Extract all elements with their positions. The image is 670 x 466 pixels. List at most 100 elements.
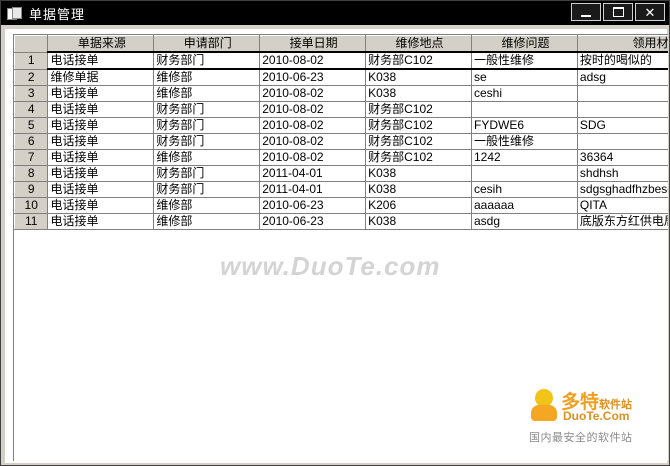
corner-header[interactable]	[14, 35, 49, 53]
grid-cell[interactable]: shdhsh	[576, 165, 668, 182]
grid-cell[interactable]: 底版东方红供电局看到	[576, 213, 668, 230]
grid-cell[interactable]: 2010-08-02	[259, 101, 367, 118]
table-row[interactable]: 8 电话接单 财务部门 2011-04-01 K038 shdhsh	[14, 165, 668, 182]
maximize-button[interactable]	[603, 3, 633, 21]
table-row[interactable]: 10 电话接单 维修部 2010-06-23 K206 aaaaaa QITA	[14, 197, 668, 214]
row-header[interactable]: 11	[14, 213, 49, 230]
grid-cell[interactable]: 电话接单	[47, 117, 155, 134]
grid-cell[interactable]: 2010-08-02	[259, 85, 367, 102]
table-row[interactable]: 1 电话接单 财务部门 2010-08-02 财务部C102 一般性维修 按时的喝似的	[14, 51, 668, 70]
grid-cell[interactable]	[471, 165, 578, 182]
grid-cell[interactable]: 维修部	[153, 68, 261, 86]
grid-cell[interactable]: 电话接单	[47, 51, 155, 70]
grid-cell[interactable]: K206	[365, 197, 472, 214]
grid-cell[interactable]: 2010-06-23	[259, 68, 367, 86]
grid-cell[interactable]: 2010-06-23	[259, 213, 367, 230]
title-bar[interactable]: 单据管理 ✕	[1, 1, 669, 25]
grid-cell[interactable]: ceshi	[471, 85, 578, 102]
grid-cell[interactable]: K038	[365, 213, 472, 230]
grid-cell[interactable]: 1242	[471, 149, 578, 166]
grid-cell[interactable]: cesih	[471, 181, 578, 198]
row-header[interactable]: 7	[14, 149, 49, 166]
grid-cell[interactable]: SDG	[576, 117, 668, 134]
grid-cell[interactable]: 2010-08-02	[259, 133, 367, 150]
table-row[interactable]: 7 电话接单 维修部 2010-08-02 财务部C102 1242 36364	[14, 149, 668, 166]
table-row[interactable]: 4 电话接单 财务部门 2010-08-02 财务部C102	[14, 101, 668, 118]
grid-cell[interactable]: K038	[365, 85, 472, 102]
minimize-icon	[581, 14, 591, 17]
grid-cell[interactable]: QITA	[576, 197, 668, 214]
grid-cell[interactable]: K038	[365, 165, 472, 182]
row-header[interactable]: 5	[14, 117, 49, 134]
grid-cell[interactable]: 2010-08-02	[259, 149, 367, 166]
column-header[interactable]: 维修地点	[365, 35, 472, 53]
grid-cell[interactable]: 财务部门	[153, 117, 261, 134]
grid-cell[interactable]: 财务部门	[153, 101, 261, 118]
grid-cell[interactable]: sdgsghadfhzbesdhreshrserh	[576, 181, 668, 198]
row-header[interactable]: 2	[14, 68, 49, 86]
grid-cell[interactable]: 电话接单	[47, 149, 155, 166]
grid-cell[interactable]: 电话接单	[47, 133, 155, 150]
grid-cell[interactable]: 电话接单	[47, 85, 155, 102]
grid-cell[interactable]: 财务部C102	[365, 117, 472, 134]
grid-cell[interactable]	[576, 101, 668, 118]
grid-cell[interactable]: 维修单据	[47, 68, 155, 86]
grid-cell[interactable]: 财务部C102	[365, 101, 472, 118]
column-header[interactable]: 接单日期	[259, 35, 367, 53]
row-header[interactable]: 8	[14, 165, 49, 182]
grid-cell[interactable]	[576, 85, 668, 102]
column-header[interactable]: 领用材料	[576, 35, 668, 53]
grid-cell[interactable]: 电话接单	[47, 213, 155, 230]
grid-cell[interactable]: 2010-08-02	[259, 51, 367, 70]
grid-cell[interactable]: 财务部门	[153, 181, 261, 198]
grid-cell[interactable]: 2010-08-02	[259, 117, 367, 134]
row-header[interactable]: 4	[14, 101, 49, 118]
column-header[interactable]: 维修问题	[471, 35, 578, 53]
grid-cell[interactable]: 电话接单	[47, 101, 155, 118]
grid-cell[interactable]: 维修部	[153, 85, 261, 102]
grid-cell[interactable]: se	[471, 68, 578, 86]
grid-cell[interactable]: asdg	[471, 213, 578, 230]
grid-cell[interactable]: 36364	[576, 149, 668, 166]
grid-cell[interactable]: 电话接单	[47, 181, 155, 198]
grid-cell[interactable]: 财务部门	[153, 133, 261, 150]
row-header[interactable]: 6	[14, 133, 49, 150]
grid-cell[interactable]: 财务部门	[153, 51, 261, 70]
table-row[interactable]: 5 电话接单 财务部门 2010-08-02 财务部C102 FYDWE6 SDG	[14, 117, 668, 134]
grid-cell[interactable]: 财务部门	[153, 165, 261, 182]
grid-cell[interactable]: 一般性维修	[471, 133, 578, 150]
row-header[interactable]: 1	[14, 51, 49, 70]
grid-cell[interactable]: 财务部C102	[365, 51, 472, 70]
grid-cell[interactable]: 电话接单	[47, 197, 155, 214]
grid-cell[interactable]: 2010-06-23	[259, 197, 367, 214]
grid-cell[interactable]: 2011-04-01	[259, 165, 367, 182]
row-header[interactable]: 9	[14, 181, 49, 198]
row-header[interactable]: 3	[14, 85, 49, 102]
grid-cell[interactable]: FYDWE6	[471, 117, 578, 134]
table-row[interactable]: 3 电话接单 维修部 2010-08-02 K038 ceshi	[14, 85, 668, 102]
column-header[interactable]: 申请部门	[153, 35, 261, 53]
grid-cell[interactable]	[576, 133, 668, 150]
grid-cell[interactable]: 一般性维修	[471, 51, 578, 70]
grid-cell[interactable]: 财务部C102	[365, 133, 472, 150]
grid-cell[interactable]: K038	[365, 68, 472, 86]
grid-cell[interactable]: 财务部C102	[365, 149, 472, 166]
grid-cell[interactable]: 电话接单	[47, 165, 155, 182]
table-row[interactable]: 2 维修单据 维修部 2010-06-23 K038 se adsg	[14, 68, 668, 86]
table-row[interactable]: 11电话接单维修部2010-06-23K038asdg底版东方红供电局看到	[14, 213, 668, 230]
grid-cell[interactable]: K038	[365, 181, 472, 198]
grid-cell[interactable]: 维修部	[153, 197, 261, 214]
grid-cell[interactable]: 2011-04-01	[259, 181, 367, 198]
grid-cell[interactable]	[471, 101, 578, 118]
table-row[interactable]: 9 电话接单 财务部门 2011-04-01 K038 cesih sdgsghadfhzb…	[14, 181, 668, 198]
grid-cell[interactable]: 按时的喝似的	[576, 51, 668, 70]
grid-cell[interactable]: aaaaaa	[471, 197, 578, 214]
row-header[interactable]: 10	[14, 197, 49, 214]
close-button[interactable]: ✕	[635, 3, 665, 21]
grid-cell[interactable]: adsg	[576, 68, 668, 86]
column-header[interactable]: 单据来源	[47, 35, 155, 53]
table-row[interactable]: 6 电话接单 财务部门 2010-08-02 财务部C102 一般性维修	[14, 133, 668, 150]
grid-cell[interactable]: 维修部	[153, 149, 261, 166]
grid-cell[interactable]: 维修部	[153, 213, 261, 230]
minimize-button[interactable]	[571, 3, 601, 21]
